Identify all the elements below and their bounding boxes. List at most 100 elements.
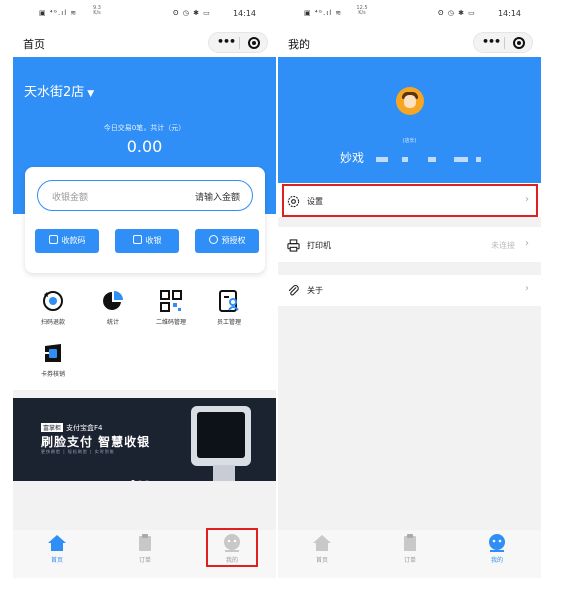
close-miniprogram-icon[interactable] [513, 37, 525, 49]
empty-area [13, 481, 276, 530]
clock: 14:14 [232, 9, 256, 18]
menu-item-about[interactable]: 关于 › [278, 275, 541, 306]
page-title: 首页 [23, 38, 45, 51]
clock-icon [208, 235, 218, 244]
qr-code-icon [48, 235, 58, 244]
avatar[interactable] [396, 87, 424, 115]
paperclip-icon [288, 285, 299, 296]
empty-area [278, 306, 541, 530]
signal-icons: ▣ ⁴ᴳ.ıl ≋ [39, 9, 78, 17]
home-screen: ▣ ⁴ᴳ.ıl ≋ 9.3 K/s ʘ ◷ ✱ ▭ 14:14 首页 ••• 天水… [13, 0, 276, 593]
pos-screen [197, 412, 245, 458]
cashier-actions: 收款码 收银 预授权 [35, 229, 259, 253]
brand-logo: 富掌柜 [41, 423, 64, 432]
close-miniprogram-icon[interactable] [248, 37, 260, 49]
status-icons: ʘ ◷ ✱ ▭ [173, 9, 211, 17]
capsule-divider [504, 37, 505, 49]
orders-icon [404, 534, 416, 551]
redacted-text [376, 157, 388, 162]
redacted-text [428, 157, 436, 162]
tab-orders[interactable]: 订单 [115, 534, 175, 564]
today-summary-label: 今日交易0笔，共计（元） [103, 124, 186, 132]
profile-header: (店长) 妙戏 [278, 57, 541, 183]
store-selector[interactable]: 天水街2店 ▼ [24, 81, 94, 100]
amount-placeholder: 请输入金额 [194, 193, 240, 203]
tab-mine[interactable]: 我的 [467, 534, 527, 564]
qr-code-icon [160, 290, 182, 312]
cashier-card: 收银金额 请输入金额 收款码 收银 预授权 [25, 167, 265, 273]
tab-orders[interactable]: 订单 [380, 534, 440, 564]
page-title: 我的 [288, 38, 310, 51]
carousel-indicator [131, 469, 152, 481]
grid-label-card-writeoff: 卡券核销 [40, 371, 65, 378]
network-speed: 9.3 K/s [93, 5, 101, 16]
tab-bar: 首页 订单 我的 [278, 530, 541, 578]
tab-home-label: 首页 [50, 557, 63, 564]
miniprogram-capsule: ••• [208, 32, 268, 53]
orders-icon [139, 534, 151, 551]
tab-orders-label: 订单 [403, 557, 416, 564]
section-divider [13, 390, 276, 398]
home-icon [313, 535, 331, 551]
tab-orders-label: 订单 [138, 557, 151, 564]
about-label: 关于 [307, 286, 323, 295]
cashier-label: 收银 [145, 236, 162, 245]
more-icon[interactable]: ••• [482, 35, 501, 48]
chevron-down-icon: ▼ [87, 89, 95, 99]
highlight-box-mine-tab [206, 528, 258, 567]
banner-subtitle: 更快刷脸 | 轻松刷脸 | 实时到账 [41, 449, 115, 454]
receive-code-button[interactable]: 收款码 [35, 229, 99, 253]
grid-label-scan-refund: 扫码退款 [40, 319, 65, 326]
network-speed: 12.5 K/s [356, 5, 368, 16]
more-icon[interactable]: ••• [217, 35, 236, 48]
nav-bar: 首页 ••• [13, 28, 276, 56]
grid-item-scan-refund[interactable]: 扫码退款 [25, 289, 81, 326]
status-bar: ▣ ⁴ᴳ.ıl ≋ 12.5 K/s ʘ ◷ ✱ ▭ 14:14 [278, 6, 541, 26]
preauth-button[interactable]: 预授权 [195, 229, 259, 253]
chevron-right-icon: › [525, 238, 529, 249]
redacted-text [402, 157, 408, 162]
pos-stand-image [213, 465, 235, 481]
status-icons: ʘ ◷ ✱ ▭ [438, 9, 476, 17]
tab-mine-label: 我的 [490, 557, 503, 564]
amount-input[interactable]: 收银金额 请输入金额 [37, 180, 253, 211]
cashier-button[interactable]: 收银 [115, 229, 179, 253]
tab-home-label: 首页 [315, 557, 328, 564]
promo-banner[interactable]: 富掌柜 支付宝盒F4 刷脸支付 智慧收银 更快刷脸 | 轻松刷脸 | 实时到账 [13, 398, 276, 481]
miniprogram-capsule: ••• [473, 32, 533, 53]
printer-label: 打印机 [307, 241, 331, 250]
amount-label: 收银金额 [52, 193, 89, 203]
grid-item-staff-manage[interactable]: 员工管理 [201, 289, 257, 326]
avatar-face [404, 95, 416, 108]
user-role: (店长) [402, 138, 417, 144]
scan-icon [132, 235, 142, 244]
coupon-icon [45, 344, 61, 362]
chevron-right-icon: › [525, 283, 529, 294]
grid-item-stats[interactable]: 统计 [85, 289, 141, 326]
pos-device-image [191, 406, 251, 466]
refund-icon [43, 291, 63, 311]
grid-label-staff-manage: 员工管理 [216, 319, 241, 326]
tab-home[interactable]: 首页 [292, 534, 352, 564]
clock: 14:14 [497, 9, 521, 18]
today-amount: 0.00 [126, 137, 163, 156]
tab-home[interactable]: 首页 [27, 534, 87, 564]
section-divider [278, 262, 541, 275]
grid-item-card-writeoff[interactable]: 卡券核销 [25, 341, 81, 378]
banner-title: 刷脸支付 智慧收银 [41, 435, 151, 449]
grid-item-qr-manage[interactable]: 二维码管理 [143, 289, 199, 326]
grid-label-stats: 统计 [106, 319, 119, 326]
section-divider [278, 217, 541, 227]
receive-code-label: 收款码 [61, 236, 86, 245]
user-name: 妙戏 [340, 151, 365, 165]
redacted-text [454, 157, 468, 162]
nav-bar: 我的 ••• [278, 28, 541, 56]
highlight-box-settings [282, 184, 538, 217]
grid-label-qr-manage: 二维码管理 [155, 319, 186, 326]
pie-chart-icon [103, 291, 123, 310]
redacted-text [476, 157, 481, 162]
menu-item-printer[interactable]: 打印机 未连接 › [278, 230, 541, 261]
staff-icon [219, 290, 239, 312]
home-icon [48, 535, 66, 551]
user-face-icon [489, 534, 505, 552]
